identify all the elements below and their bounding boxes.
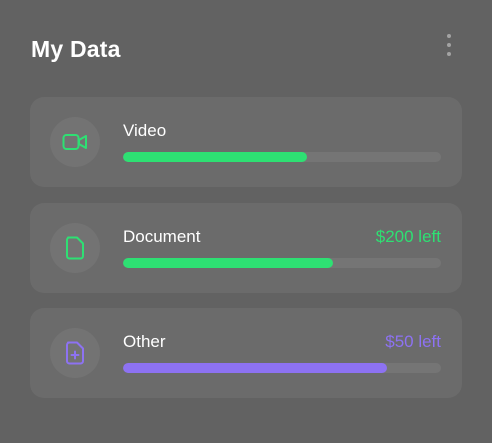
row-label: Document bbox=[123, 227, 201, 246]
progress-fill bbox=[123, 258, 333, 268]
data-row-other[interactable]: Other $50 left bbox=[30, 308, 462, 398]
progress-track bbox=[123, 152, 441, 162]
my-data-card: My Data Video Document $200 left Other $… bbox=[0, 0, 492, 443]
row-remaining: $50 left bbox=[385, 332, 441, 351]
progress-fill bbox=[123, 152, 308, 162]
icon-circle bbox=[50, 223, 100, 273]
data-row-video[interactable]: Video bbox=[30, 97, 462, 187]
more-options-icon[interactable] bbox=[442, 34, 456, 56]
progress-track bbox=[123, 258, 441, 268]
progress-track bbox=[123, 363, 441, 373]
card-title: My Data bbox=[31, 36, 121, 62]
data-row-document[interactable]: Document $200 left bbox=[30, 203, 462, 293]
more-dot bbox=[447, 43, 451, 47]
video-camera-icon bbox=[62, 134, 87, 150]
icon-circle bbox=[50, 117, 100, 167]
icon-circle bbox=[50, 328, 100, 378]
more-dot bbox=[447, 34, 451, 38]
row-label: Other bbox=[123, 332, 166, 351]
file-plus-icon bbox=[66, 341, 84, 365]
document-icon bbox=[66, 236, 84, 260]
row-label: Video bbox=[123, 121, 167, 140]
more-dot bbox=[447, 52, 451, 56]
progress-fill bbox=[123, 363, 387, 373]
row-remaining: $200 left bbox=[375, 227, 441, 246]
